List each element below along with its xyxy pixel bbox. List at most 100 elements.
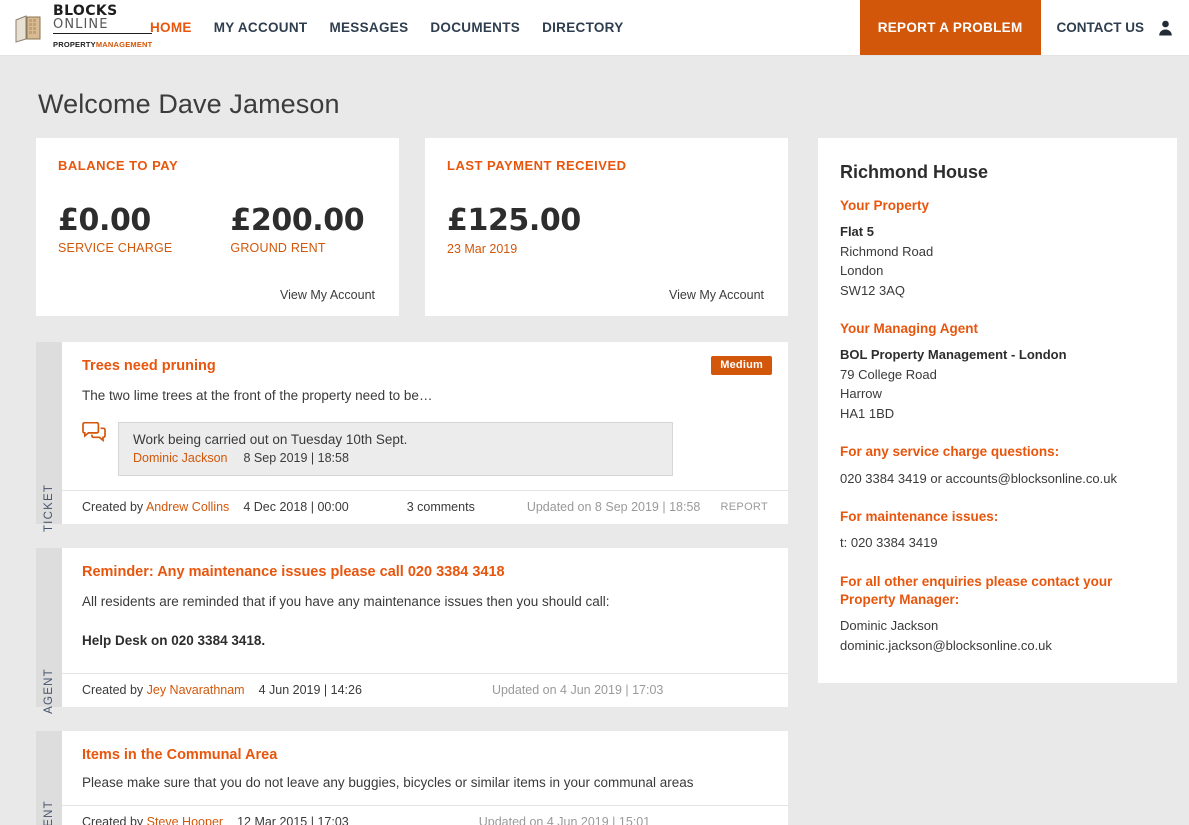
post-report-link[interactable]: REPORT bbox=[721, 501, 768, 513]
ground-rent-amount-group: £200.00 GROUND RENT bbox=[230, 203, 364, 255]
user-account-icon[interactable] bbox=[1158, 0, 1189, 55]
post-created-by: Created by Steve Hooper bbox=[82, 815, 223, 825]
post-created-date: 4 Jun 2019 | 14:26 bbox=[259, 683, 362, 697]
summary-cards: BALANCE TO PAY £0.00 SERVICE CHARGE £200… bbox=[36, 138, 788, 316]
post-updated-date: Updated on 4 Jun 2019 | 17:03 bbox=[492, 683, 663, 697]
comments-icon bbox=[82, 422, 106, 447]
balance-amounts: £0.00 SERVICE CHARGE £200.00 GROUND RENT bbox=[58, 203, 375, 255]
comment-box: Work being carried out on Tuesday 10th S… bbox=[118, 422, 673, 476]
report-a-problem-button[interactable]: REPORT A PROBLEM bbox=[860, 0, 1041, 55]
nav-item-documents[interactable]: DOCUMENTS bbox=[430, 20, 520, 35]
service-charge-value: £0.00 bbox=[58, 203, 172, 238]
last-payment-amount-group: £125.00 23 Mar 2019 bbox=[447, 203, 764, 256]
last-payment-value: £125.00 bbox=[447, 203, 764, 238]
sidebar-column: Richmond House Your Property Flat 5 Rich… bbox=[818, 138, 1177, 683]
agent-postcode: HA1 1BD bbox=[840, 404, 1155, 424]
logo-line-blocks: BLOCKS bbox=[53, 4, 152, 18]
site-header: BLOCKS ONLINE PROPERTYMANAGEMENT HOME MY… bbox=[0, 0, 1189, 56]
ground-rent-label: GROUND RENT bbox=[230, 241, 364, 255]
post-updated-date: Updated on 8 Sep 2019 | 18:58 bbox=[527, 500, 701, 514]
post-created-date: 12 Mar 2015 | 17:03 bbox=[237, 815, 349, 825]
property-city: London bbox=[840, 261, 1155, 281]
main-column: BALANCE TO PAY £0.00 SERVICE CHARGE £200… bbox=[36, 138, 788, 825]
ground-rent-value: £200.00 bbox=[230, 203, 364, 238]
nav-item-directory[interactable]: DIRECTORY bbox=[542, 20, 623, 35]
post-created-date: 4 Dec 2018 | 00:00 bbox=[243, 500, 348, 514]
payment-card-title: LAST PAYMENT RECEIVED bbox=[447, 158, 764, 173]
priority-badge: Medium bbox=[711, 356, 772, 375]
post-created-by: Created by Jey Navarathnam bbox=[82, 683, 245, 697]
logo-line-property: PROPERTY bbox=[53, 40, 96, 49]
comment-text: Work being carried out on Tuesday 10th S… bbox=[133, 432, 658, 447]
service-charge-label: SERVICE CHARGE bbox=[58, 241, 172, 255]
post-author-link[interactable]: Jey Navarathnam bbox=[147, 683, 245, 697]
property-manager-email: dominic.jackson@blocksonline.co.uk bbox=[840, 636, 1155, 656]
agent-name: BOL Property Management - London bbox=[840, 345, 1155, 365]
post-item: AGENT Items in the Communal Area Please … bbox=[36, 731, 788, 825]
post-type-label: AGENT bbox=[43, 668, 55, 714]
page-title: Welcome Dave Jameson bbox=[36, 56, 1153, 138]
post-content: Items in the Communal Area Please make s… bbox=[62, 731, 788, 805]
post-item: AGENT Reminder: Any maintenance issues p… bbox=[36, 548, 788, 707]
maintenance-heading: For maintenance issues: bbox=[840, 508, 1155, 526]
other-enquiries-heading: For all other enquiries please contact y… bbox=[840, 573, 1118, 609]
comment-date: 8 Sep 2019 | 18:58 bbox=[243, 451, 348, 465]
post-excerpt: Please make sure that you do not leave a… bbox=[82, 773, 768, 793]
post-title-link[interactable]: Reminder: Any maintenance issues please … bbox=[82, 564, 768, 580]
property-postcode: SW12 3AQ bbox=[840, 281, 1155, 301]
post-title-link[interactable]: Items in the Communal Area bbox=[82, 747, 768, 763]
post-author-link[interactable]: Andrew Collins bbox=[146, 500, 229, 514]
balance-to-pay-card: BALANCE TO PAY £0.00 SERVICE CHARGE £200… bbox=[36, 138, 399, 316]
post-footer: Created by Jey Navarathnam 4 Jun 2019 | … bbox=[62, 673, 788, 707]
logo-line-online: ONLINE bbox=[53, 18, 152, 31]
posts-feed: TICKET Medium Trees need pruning The two… bbox=[36, 342, 788, 825]
post-excerpt: The two lime trees at the front of the p… bbox=[82, 386, 768, 406]
nav-item-my-account[interactable]: MY ACCOUNT bbox=[214, 20, 308, 35]
created-prefix: Created by bbox=[82, 815, 147, 825]
post-excerpt-bold: Help Desk on 020 3384 3418. bbox=[82, 631, 768, 651]
maintenance-contact: t: 020 3384 3419 bbox=[840, 533, 1155, 553]
post-excerpt: All residents are reminded that if you h… bbox=[82, 592, 768, 612]
balance-view-my-account-link[interactable]: View My Account bbox=[58, 288, 375, 302]
logo-link[interactable]: BLOCKS ONLINE PROPERTYMANAGEMENT bbox=[0, 0, 132, 55]
contact-us-link[interactable]: CONTACT US bbox=[1041, 0, 1159, 55]
created-prefix: Created by bbox=[82, 500, 146, 514]
agent-city: Harrow bbox=[840, 384, 1155, 404]
property-info-card: Richmond House Your Property Flat 5 Rich… bbox=[818, 138, 1177, 683]
payment-view-my-account-link[interactable]: View My Account bbox=[447, 288, 764, 302]
post-content: Medium Trees need pruning The two lime t… bbox=[62, 342, 788, 490]
post-body: Medium Trees need pruning The two lime t… bbox=[62, 342, 788, 524]
post-title-link[interactable]: Trees need pruning bbox=[82, 358, 768, 374]
post-content: Reminder: Any maintenance issues please … bbox=[62, 548, 788, 673]
post-footer: Created by Andrew Collins 4 Dec 2018 | 0… bbox=[62, 490, 788, 524]
service-charge-heading: For any service charge questions: bbox=[840, 443, 1155, 461]
property-flat: Flat 5 bbox=[840, 222, 1155, 242]
nav-item-home[interactable]: HOME bbox=[150, 20, 192, 35]
brand-logo: BLOCKS ONLINE PROPERTYMANAGEMENT bbox=[14, 4, 152, 51]
post-type-label: TICKET bbox=[43, 484, 55, 532]
logo-tagline: PROPERTYMANAGEMENT bbox=[53, 33, 152, 51]
latest-comment: Work being carried out on Tuesday 10th S… bbox=[82, 422, 768, 476]
comment-author[interactable]: Dominic Jackson bbox=[133, 451, 227, 465]
service-charge-contact: 020 3384 3419 or accounts@blocksonline.c… bbox=[840, 469, 1155, 489]
post-type-rail: AGENT bbox=[36, 548, 62, 707]
post-helpdesk-text: Help Desk on 020 3384 3418. bbox=[82, 633, 265, 648]
agent-street: 79 College Road bbox=[840, 365, 1155, 385]
nav-item-messages[interactable]: MESSAGES bbox=[329, 20, 408, 35]
comment-meta: Dominic Jackson 8 Sep 2019 | 18:58 bbox=[133, 451, 658, 465]
service-charge-amount-group: £0.00 SERVICE CHARGE bbox=[58, 203, 172, 255]
post-type-label: AGENT bbox=[43, 800, 55, 825]
post-item: TICKET Medium Trees need pruning The two… bbox=[36, 342, 788, 524]
property-street: Richmond Road bbox=[840, 242, 1155, 262]
post-type-rail: AGENT bbox=[36, 731, 62, 825]
post-author-link[interactable]: Steve Hooper bbox=[147, 815, 223, 825]
post-comments-count[interactable]: 3 comments bbox=[407, 500, 475, 514]
property-manager-name: Dominic Jackson bbox=[840, 616, 1155, 636]
post-type-rail: TICKET bbox=[36, 342, 62, 524]
page-content: Welcome Dave Jameson BALANCE TO PAY £0.0… bbox=[0, 56, 1189, 825]
post-body: Reminder: Any maintenance issues please … bbox=[62, 548, 788, 707]
building-name: Richmond House bbox=[840, 162, 1155, 183]
managing-agent-heading: Your Managing Agent bbox=[840, 320, 1155, 338]
last-payment-date: 23 Mar 2019 bbox=[447, 242, 764, 256]
logo-line-management: MANAGEMENT bbox=[96, 40, 153, 49]
